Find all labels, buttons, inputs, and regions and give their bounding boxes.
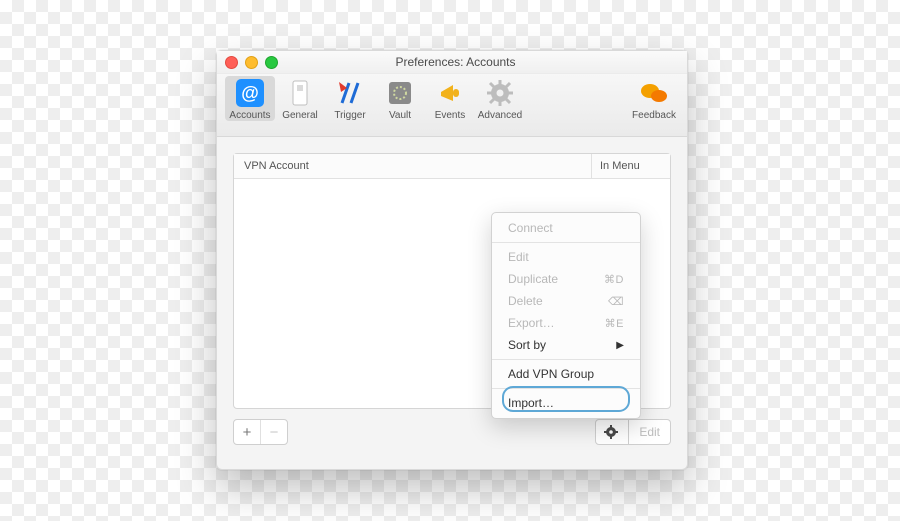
- menu-edit-label: Edit: [508, 250, 529, 264]
- menu-export-label: Export…: [508, 316, 555, 330]
- actions-segment: Edit: [595, 419, 671, 445]
- vault-icon: [385, 78, 415, 108]
- at-sign-icon: @: [235, 78, 265, 108]
- menu-import[interactable]: Import…: [492, 392, 640, 414]
- tab-trigger[interactable]: Trigger: [325, 78, 375, 121]
- gear-icon: [604, 425, 620, 439]
- menu-delete-shortcut: ⌫: [608, 295, 624, 308]
- tab-events-label: Events: [435, 110, 466, 121]
- column-in-menu[interactable]: In Menu: [592, 154, 670, 178]
- tab-accounts-label: Accounts: [229, 110, 270, 121]
- menu-edit[interactable]: Edit: [492, 246, 640, 268]
- preferences-toolbar: @ Accounts General Trigger V: [217, 74, 687, 137]
- menu-sortby-label: Sort by: [508, 338, 546, 352]
- menu-delete[interactable]: Delete ⌫: [492, 290, 640, 312]
- menu-separator: [492, 242, 640, 243]
- trigger-icon: [335, 78, 365, 108]
- column-vpn-account[interactable]: VPN Account: [234, 154, 592, 178]
- tab-vault-label: Vault: [389, 110, 411, 121]
- chevron-right-icon: ▶: [616, 340, 624, 351]
- actions-context-menu: Connect Edit Duplicate ⌘D Delete ⌫ Expor…: [491, 212, 641, 419]
- add-account-button[interactable]: +: [234, 420, 260, 444]
- actions-menu-button[interactable]: [595, 419, 629, 445]
- tab-vault[interactable]: Vault: [375, 78, 425, 121]
- tab-advanced[interactable]: Advanced: [475, 78, 525, 121]
- tab-trigger-label: Trigger: [334, 110, 365, 121]
- edit-account-button[interactable]: Edit: [629, 419, 671, 445]
- preferences-window: Preferences: Accounts @ Accounts General: [216, 50, 688, 470]
- menu-import-label: Import…: [508, 396, 554, 410]
- menu-duplicate-label: Duplicate: [508, 272, 558, 286]
- tab-feedback-label: Feedback: [632, 110, 676, 121]
- chat-bubbles-icon: [639, 78, 669, 108]
- add-remove-segment: + −: [233, 419, 288, 445]
- tab-events[interactable]: Events: [425, 78, 475, 121]
- menu-addgroup-label: Add VPN Group: [508, 367, 594, 381]
- tab-general-label: General: [282, 110, 318, 121]
- menu-separator: [492, 359, 640, 360]
- menu-connect-label: Connect: [508, 221, 553, 235]
- menu-duplicate[interactable]: Duplicate ⌘D: [492, 268, 640, 290]
- menu-connect[interactable]: Connect: [492, 217, 640, 239]
- switch-icon: [285, 78, 315, 108]
- accounts-bottom-bar: + − Edit: [233, 419, 671, 445]
- window-title: Preferences: Accounts: [232, 55, 679, 69]
- tab-accounts[interactable]: @ Accounts: [225, 76, 275, 121]
- tab-feedback[interactable]: Feedback: [629, 78, 679, 121]
- gear-large-icon: [485, 78, 515, 108]
- menu-sort-by[interactable]: Sort by ▶: [492, 334, 640, 356]
- megaphone-icon: [435, 78, 465, 108]
- menu-export[interactable]: Export… ⌘E: [492, 312, 640, 334]
- menu-delete-label: Delete: [508, 294, 543, 308]
- accounts-list-header: VPN Account In Menu: [234, 154, 670, 179]
- remove-account-button[interactable]: −: [260, 420, 287, 444]
- menu-export-shortcut: ⌘E: [605, 317, 624, 330]
- title-bar: Preferences: Accounts: [217, 51, 687, 74]
- menu-separator: [492, 388, 640, 389]
- tab-advanced-label: Advanced: [478, 110, 522, 121]
- menu-add-vpn-group[interactable]: Add VPN Group: [492, 363, 640, 385]
- menu-duplicate-shortcut: ⌘D: [604, 273, 624, 286]
- svg-text:@: @: [241, 83, 259, 103]
- tab-general[interactable]: General: [275, 78, 325, 121]
